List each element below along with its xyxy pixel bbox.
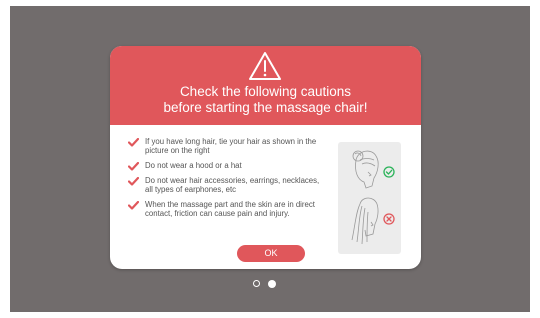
caution-text: Do not wear a hood or a hat [145,161,242,170]
loose-hair-head-icon [351,197,379,245]
caution-item: When the massage part and the skin are i… [128,200,328,218]
dialog-title: Check the following cautions before star… [110,84,421,116]
warning-triangle-icon [249,52,281,80]
dialog-header: Check the following cautions before star… [110,46,421,125]
checkmark-icon [128,177,139,186]
caution-item: If you have long hair, tie your hair as … [128,137,328,155]
tied-hair-head-icon [352,150,379,189]
caution-dialog: Check the following cautions before star… [110,46,421,269]
checkmark-icon [128,201,139,210]
hair-illustration-drawing [351,150,395,245]
checkmark-icon [128,138,139,147]
dialog-title-line-1: Check the following cautions [179,84,352,99]
hair-illustration [338,142,401,254]
page-dot-2-active[interactable] [268,280,276,288]
caution-list: If you have long hair, tie your hair as … [128,137,328,224]
caution-text: Do not wear hair accessories, earrings, … [145,176,320,194]
x-circle-icon [383,213,395,225]
caution-text: If you have long hair, tie your hair as … [145,137,317,155]
ok-button[interactable]: OK [237,245,305,262]
caution-text: When the massage part and the skin are i… [145,200,315,218]
caution-item: Do not wear hair accessories, earrings, … [128,176,328,194]
dialog-title-line-2: before starting the massage chair! [163,100,368,115]
checkmark-icon [128,162,139,171]
check-circle-icon [383,166,395,178]
page-dot-1[interactable] [253,280,260,287]
caution-item: Do not wear a hood or a hat [128,161,328,171]
